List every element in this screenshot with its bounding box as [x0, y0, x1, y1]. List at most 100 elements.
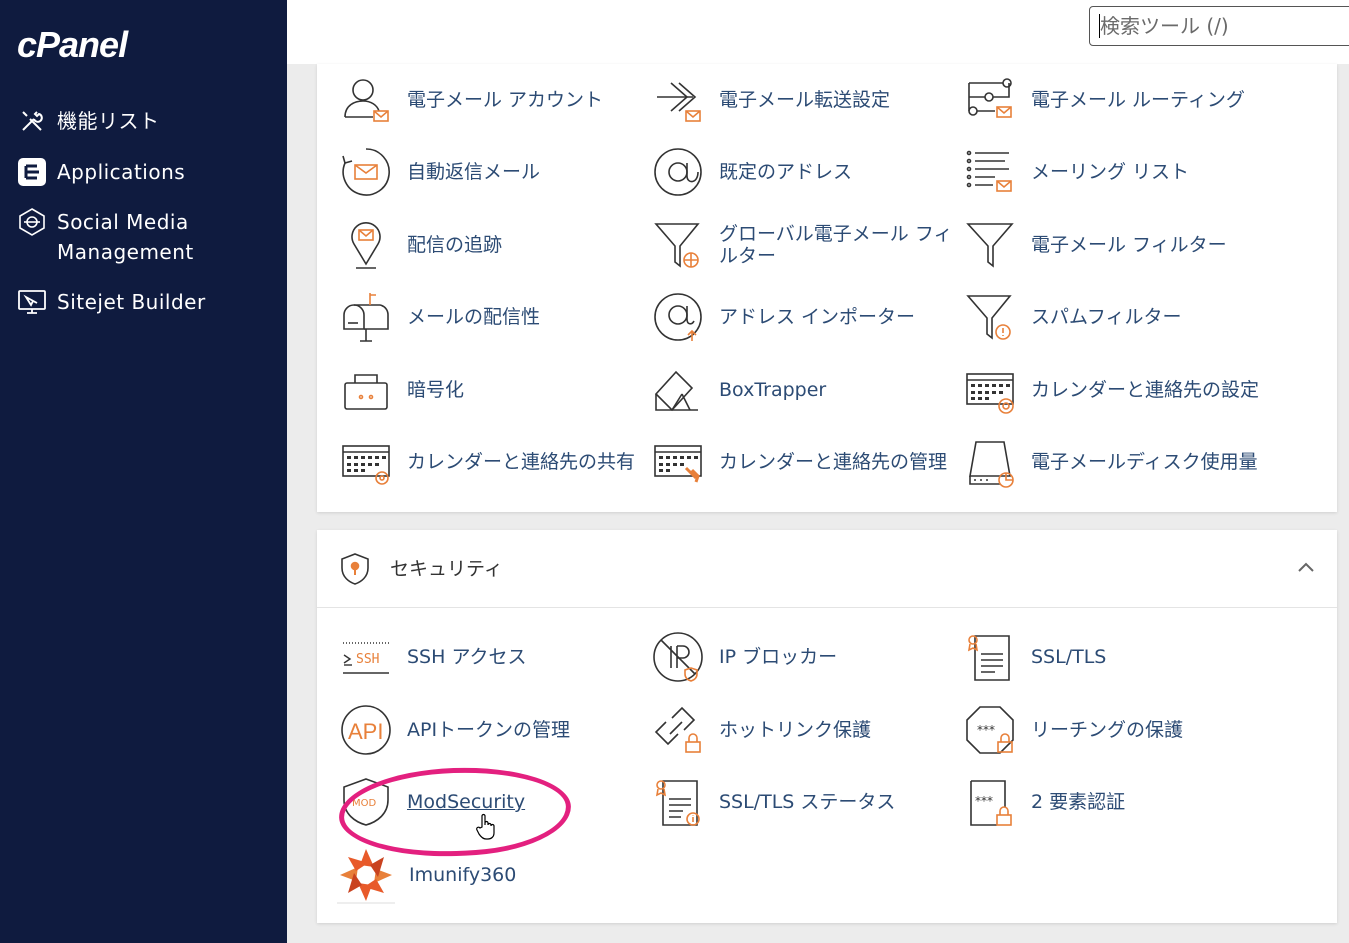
tool-label: APIトークンの管理: [407, 719, 571, 741]
calendar-config-icon: [963, 363, 1017, 417]
tool-global-filters[interactable]: グローバル電子メール フィルター: [651, 215, 954, 275]
filter-icon: [963, 218, 1017, 272]
sidebar-item-applications[interactable]: Applications: [17, 157, 227, 187]
svg-text:***: ***: [977, 723, 995, 737]
disk-usage-icon: [963, 435, 1017, 489]
tool-spam-filters[interactable]: スパムフィルター: [963, 287, 1266, 347]
tool-deliverability[interactable]: メールの配信性: [339, 287, 642, 347]
autoresponder-icon: [339, 145, 393, 199]
tool-label: Imunify360: [409, 864, 517, 886]
at-icon: [651, 145, 705, 199]
tool-imunify360[interactable]: Imunify360: [337, 845, 644, 905]
tools-icon: [17, 106, 47, 136]
routing-icon: [963, 73, 1017, 127]
cpanel-logo[interactable]: cPanel: [17, 24, 128, 66]
tool-label: グローバル電子メール フィルター: [719, 223, 953, 267]
sidebar-item-label: Sitejet Builder: [57, 290, 206, 314]
tool-label: スパムフィルター: [1031, 306, 1182, 328]
social-media-icon: [17, 207, 47, 237]
tool-track-delivery[interactable]: 配信の追跡: [339, 215, 642, 275]
tool-ip-blocker[interactable]: IP ブロッカー: [651, 627, 954, 687]
tool-label: メーリング リスト: [1031, 161, 1190, 183]
track-delivery-icon: [339, 218, 393, 272]
forwarders-icon: [651, 73, 705, 127]
tool-label: SSL/TLS ステータス: [719, 791, 896, 813]
tool-encryption[interactable]: 暗号化: [339, 360, 642, 420]
hotlink-icon: [651, 703, 705, 757]
sidebar-item-label: Social Media Management: [57, 210, 194, 264]
tool-label: SSL/TLS: [1031, 646, 1107, 668]
tool-label: 電子メールディスク使用量: [1031, 451, 1258, 473]
search-input[interactable]: [1089, 6, 1349, 46]
tool-ssl-tls-status[interactable]: SSL/TLS ステータス: [651, 772, 954, 832]
tool-two-factor-auth[interactable]: *** 2 要素認証: [963, 772, 1266, 832]
shield-icon: [340, 552, 370, 590]
tool-routing[interactable]: 電子メール ルーティング: [963, 70, 1266, 130]
tool-label: 既定のアドレス: [719, 161, 853, 183]
tool-label: 電子メール転送設定: [719, 89, 891, 111]
tool-label: 2 要素認証: [1031, 791, 1126, 813]
mailbox-icon: [339, 290, 393, 344]
tool-label: カレンダーと連絡先の設定: [1031, 379, 1260, 401]
tool-label: カレンダーと連絡先の共有: [407, 451, 636, 473]
hand-cursor-icon: [476, 813, 498, 845]
tool-forwarders[interactable]: 電子メール転送設定: [651, 70, 954, 130]
sidebar-item-label: Applications: [57, 160, 186, 184]
tool-ssl-tls[interactable]: SSL/TLS: [963, 627, 1266, 687]
security-section-header[interactable]: セキュリティ: [317, 530, 1337, 608]
calendar-share-icon: [339, 435, 393, 489]
section-title: セキュリティ: [390, 558, 503, 580]
tool-label: 電子メール アカウント: [407, 89, 604, 111]
imunify-icon: [337, 848, 395, 904]
tool-label: ホットリンク保護: [719, 719, 872, 741]
tool-leech-protection[interactable]: *** リーチングの保護: [963, 700, 1266, 760]
security-panel: セキュリティ SSH SSH アクセス IP ブロッカー SSL/TLS API…: [317, 530, 1337, 923]
two-factor-icon: ***: [963, 775, 1017, 829]
tool-ssh-access[interactable]: SSH SSH アクセス: [339, 627, 642, 687]
tool-hotlink-protection[interactable]: ホットリンク保護: [651, 700, 954, 760]
tool-label: 電子メール ルーティング: [1031, 89, 1245, 111]
tool-label: リーチングの保護: [1031, 719, 1184, 741]
sidebar-item-social-media[interactable]: Social Media Management: [17, 207, 227, 267]
sidebar-item-label: 機能リスト: [57, 109, 160, 133]
svg-text:SSH: SSH: [356, 652, 379, 667]
encryption-icon: [339, 363, 393, 417]
sidebar-item-sitejet[interactable]: Sitejet Builder: [17, 287, 227, 317]
leech-icon: ***: [963, 703, 1017, 757]
svg-text:API: API: [348, 719, 383, 744]
global-filter-icon: [651, 218, 705, 272]
email-panel: 電子メール アカウント 電子メール転送設定 電子メール ルーティング 自動返信メ…: [317, 64, 1337, 512]
tool-calendar-config[interactable]: カレンダーと連絡先の設定: [963, 360, 1266, 420]
calendar-manage-icon: [651, 435, 705, 489]
tool-email-filters[interactable]: 電子メール フィルター: [963, 215, 1266, 275]
tool-address-importer[interactable]: アドレス インポーター: [651, 287, 954, 347]
tool-label: カレンダーと連絡先の管理: [719, 451, 948, 473]
applications-icon: [17, 157, 47, 187]
tool-calendar-management[interactable]: カレンダーと連絡先の管理: [651, 432, 954, 492]
api-icon: API: [339, 703, 393, 757]
tool-autoresponders[interactable]: 自動返信メール: [339, 142, 642, 202]
sidebar: cPanel 機能リスト Applications Social Media M…: [0, 0, 287, 943]
address-importer-icon: [651, 290, 705, 344]
tool-label: 配信の追跡: [407, 234, 503, 256]
email-account-icon: [339, 73, 393, 127]
tool-default-address[interactable]: 既定のアドレス: [651, 142, 954, 202]
tool-label: 暗号化: [407, 379, 465, 401]
tool-email-disk-usage[interactable]: 電子メールディスク使用量: [963, 432, 1266, 492]
ip-blocker-icon: [651, 630, 705, 684]
ssh-icon: SSH: [339, 630, 393, 684]
tool-email-accounts[interactable]: 電子メール アカウント: [339, 70, 642, 130]
tool-boxtrapper[interactable]: BoxTrapper: [651, 360, 954, 420]
chevron-up-icon[interactable]: [1297, 558, 1315, 577]
tool-label: BoxTrapper: [719, 379, 827, 401]
tool-calendar-sharing[interactable]: カレンダーと連絡先の共有: [339, 432, 642, 492]
tool-api-tokens[interactable]: API APIトークンの管理: [339, 700, 642, 760]
text-caret: [1099, 14, 1100, 38]
mailing-list-icon: [963, 145, 1017, 199]
sidebar-item-features[interactable]: 機能リスト: [17, 106, 227, 136]
sitejet-icon: [17, 287, 47, 317]
tool-label: SSH アクセス: [407, 646, 527, 668]
tool-label: IP ブロッカー: [719, 646, 838, 668]
spam-filter-icon: [963, 290, 1017, 344]
tool-mailing-lists[interactable]: メーリング リスト: [963, 142, 1266, 202]
